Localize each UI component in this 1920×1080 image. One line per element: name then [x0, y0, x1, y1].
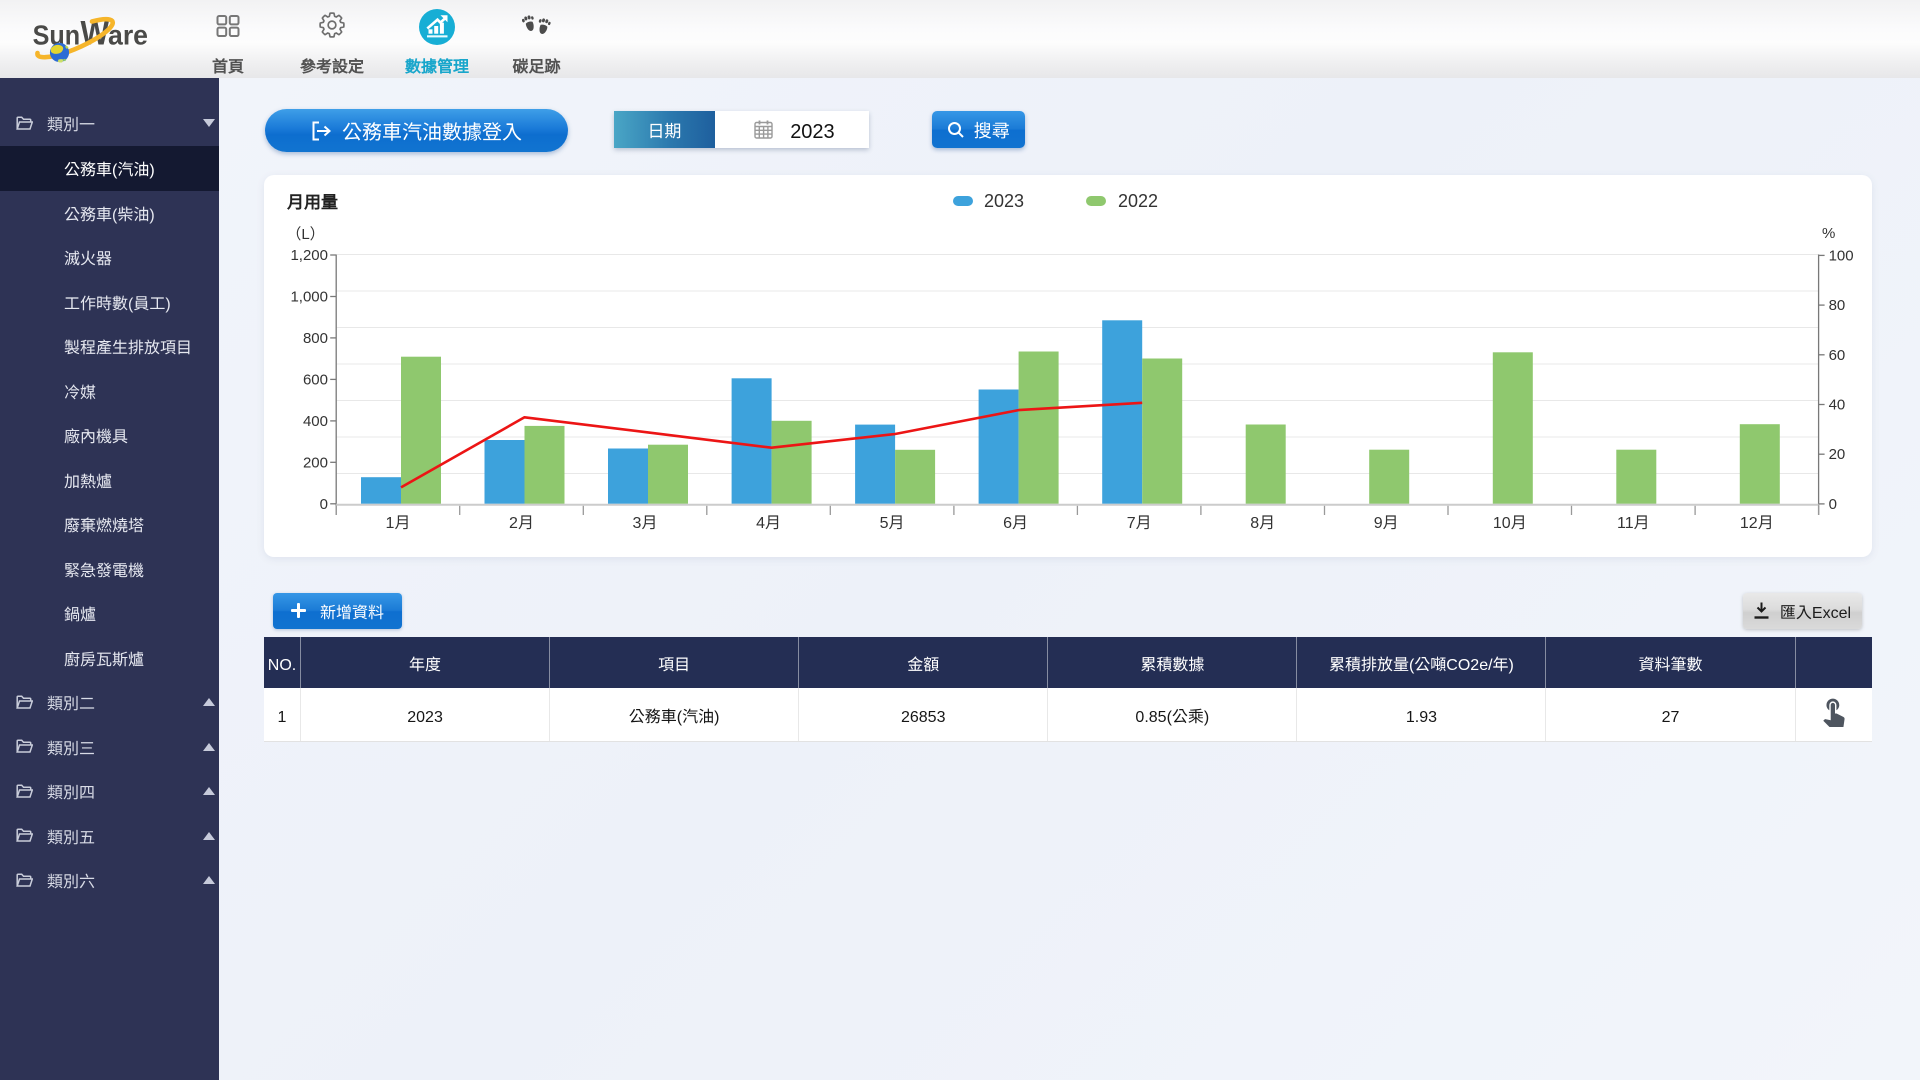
svg-text:11月: 11月: [1617, 509, 1650, 533]
svg-text:40: 40: [1829, 394, 1846, 415]
svg-text:12月: 12月: [1740, 509, 1774, 533]
svg-text:9月: 9月: [1374, 509, 1399, 533]
svg-text:10月: 10月: [1493, 509, 1527, 533]
svg-text:60: 60: [1829, 344, 1846, 365]
svg-text:600: 600: [303, 368, 328, 389]
svg-text:3月: 3月: [633, 509, 658, 533]
svg-text:1,200: 1,200: [290, 244, 328, 265]
svg-text:2月: 2月: [509, 509, 534, 533]
svg-text:80: 80: [1829, 294, 1846, 315]
svg-text:4月: 4月: [756, 509, 781, 533]
svg-text:7月: 7月: [1127, 509, 1152, 533]
svg-text:800: 800: [303, 327, 328, 348]
svg-text:100: 100: [1829, 244, 1854, 265]
svg-text:0: 0: [1829, 493, 1837, 514]
svg-text:400: 400: [303, 410, 328, 431]
svg-text:1,000: 1,000: [290, 286, 328, 307]
svg-text:（L）: （L）: [286, 223, 324, 244]
svg-text:20: 20: [1829, 443, 1846, 464]
svg-text:%: %: [1822, 222, 1835, 243]
svg-text:1月: 1月: [386, 509, 411, 533]
svg-text:200: 200: [303, 451, 328, 472]
svg-text:5月: 5月: [880, 509, 905, 533]
svg-text:6月: 6月: [1003, 509, 1028, 533]
svg-text:0: 0: [320, 493, 328, 514]
svg-text:8月: 8月: [1250, 509, 1275, 533]
